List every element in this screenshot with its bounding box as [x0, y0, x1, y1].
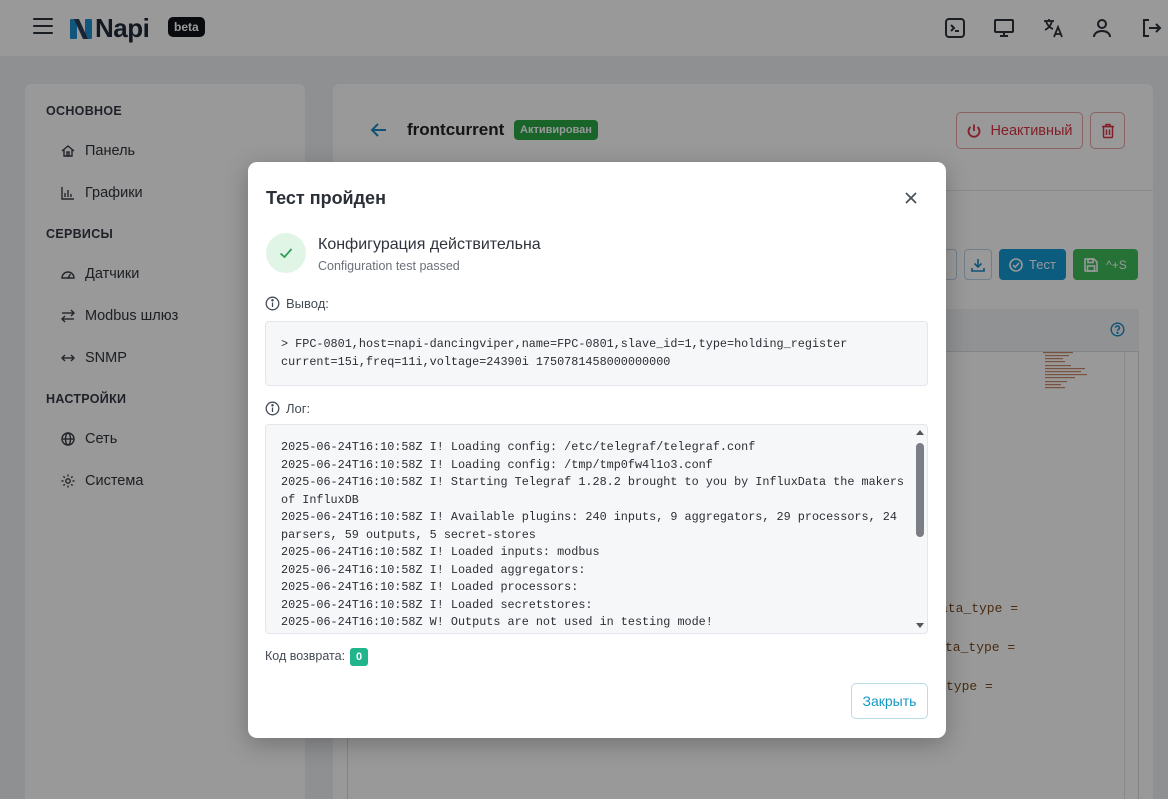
dialog-title: Тест пройден: [266, 188, 386, 208]
log-line: 2025-06-24T16:10:58Z I! Starting Telegra…: [281, 475, 912, 507]
return-code-badge: 0: [350, 648, 369, 666]
log-lines: 2025-06-24T16:10:58Z I! Loading config: …: [281, 439, 913, 632]
return-code-label: Код возврата:: [265, 649, 346, 663]
log-line: 2025-06-24T16:10:58Z I! Loading config: …: [281, 457, 713, 472]
log-line: 2025-06-24T16:10:58Z I! Loading config: …: [281, 440, 756, 454]
log-line: 2025-06-24T16:10:58Z I! Available plugin…: [281, 510, 904, 542]
info-icon: [265, 296, 280, 311]
info-icon: [265, 401, 280, 416]
scroll-down-icon[interactable]: [916, 623, 924, 628]
scrollbar-thumb[interactable]: [916, 443, 924, 537]
close-icon[interactable]: [903, 190, 919, 206]
test-result-dialog: Тест пройден Конфигурация действительна …: [248, 162, 946, 738]
output-line: > FPC-0801,host=napi-dancingviper,name=F…: [281, 337, 848, 351]
output-text: > FPC-0801,host=napi-dancingviper,name=F…: [281, 336, 847, 371]
output-label: Вывод:: [265, 296, 329, 311]
log-scrollbar[interactable]: [913, 425, 927, 633]
output-line: current=15i,freq=11i,voltage=24390i 1750…: [281, 354, 671, 369]
log-line: 2025-06-24T16:10:58Z W! Outputs are not …: [281, 615, 713, 629]
log-line: 2025-06-24T16:10:58Z I! Loaded secretsto…: [281, 597, 593, 612]
log-box[interactable]: 2025-06-24T16:10:58Z I! Loading config: …: [265, 424, 928, 634]
output-box: > FPC-0801,host=napi-dancingviper,name=F…: [265, 321, 928, 386]
success-check-icon: [266, 233, 306, 273]
log-line: 2025-06-24T16:10:58Z I! Loaded inputs: m…: [281, 545, 600, 559]
scroll-up-icon[interactable]: [916, 430, 924, 435]
log-line: 2025-06-24T16:10:58Z I! Loaded aggregato…: [281, 562, 586, 577]
result-subtitle: Configuration test passed: [318, 259, 460, 273]
log-label: Лог:: [265, 401, 310, 416]
close-button[interactable]: Закрыть: [851, 683, 928, 719]
log-label-text: Лог:: [286, 401, 311, 416]
result-headline: Конфигурация действительна: [318, 236, 541, 253]
log-line: 2025-06-24T16:10:58Z I! Loaded processor…: [281, 580, 579, 594]
output-label-text: Вывод:: [286, 296, 329, 311]
